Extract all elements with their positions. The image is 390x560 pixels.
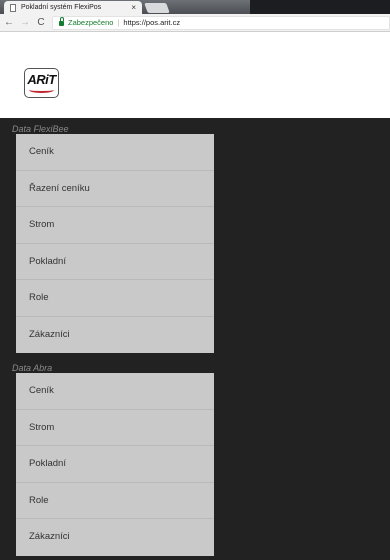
browser-tab[interactable]: Pokladní systém FlexiPos × [4, 1, 142, 14]
forward-icon[interactable]: → [18, 17, 32, 28]
menu-item-razeni-ceniku[interactable]: Řazení ceníku [16, 171, 214, 207]
close-icon[interactable]: × [131, 3, 136, 12]
menu-item-cenik[interactable]: Ceník [16, 134, 214, 171]
menu-item-strom[interactable]: Strom [16, 410, 214, 446]
main-content: Data FlexiBee Ceník Řazení ceníku Strom … [0, 118, 390, 560]
page-icon [10, 3, 16, 12]
menu-flexibee: Ceník Řazení ceníku Strom Pokladní Role … [16, 134, 214, 353]
menu-abra: Ceník Strom Pokladní Role Zákazníci [16, 373, 214, 556]
tab-title: Pokladní systém FlexiPos [21, 4, 102, 11]
page-header: ARiT [0, 32, 390, 118]
logo-swoosh [29, 87, 54, 93]
new-tab-button[interactable] [144, 3, 170, 13]
arit-logo[interactable]: ARiT [24, 68, 59, 98]
address-bar: ← → C Zabezpečeno | https://pos.arit.cz [0, 14, 390, 32]
tab-bar-background [250, 0, 390, 14]
logo-text: ARiT [27, 72, 56, 87]
section-label-abra: Data Abra [12, 363, 53, 373]
menu-item-cenik[interactable]: Ceník [16, 373, 214, 410]
url-input[interactable]: Zabezpečeno | https://pos.arit.cz [52, 15, 390, 30]
browser-tab-bar: Pokladní systém FlexiPos × [0, 0, 390, 14]
lock-icon [59, 17, 64, 26]
menu-item-zakaznici[interactable]: Zákazníci [16, 519, 214, 556]
url-text: https://pos.arit.cz [123, 18, 181, 27]
secure-label: Zabezpečeno [68, 18, 114, 27]
section-label-flexibee: Data FlexiBee [12, 124, 69, 134]
menu-item-pokladni[interactable]: Pokladní [16, 446, 214, 483]
back-icon[interactable]: ← [2, 17, 16, 28]
url-separator: | [117, 18, 120, 27]
menu-item-role[interactable]: Role [16, 280, 214, 317]
menu-item-pokladni[interactable]: Pokladní [16, 244, 214, 280]
reload-icon[interactable]: C [34, 17, 48, 28]
menu-item-zakaznici[interactable]: Zákazníci [16, 317, 214, 354]
menu-item-role[interactable]: Role [16, 483, 214, 519]
menu-item-strom[interactable]: Strom [16, 207, 214, 244]
